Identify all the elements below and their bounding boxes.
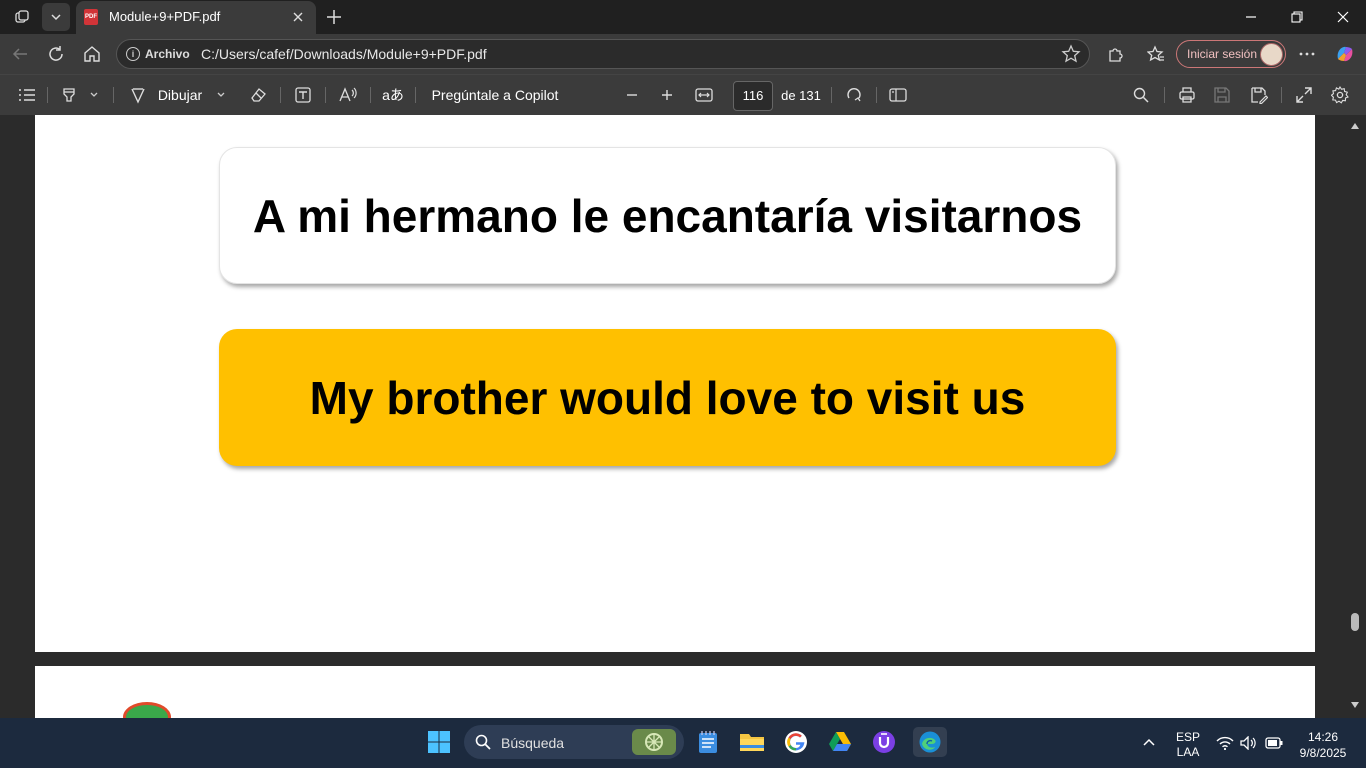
tab-title: Module+9+PDF.pdf <box>109 9 221 24</box>
tab-actions-chevron-icon[interactable] <box>42 3 70 31</box>
save-as-icon[interactable] <box>1247 83 1271 107</box>
toolbar-divider <box>831 87 832 103</box>
pdf-toolbar: Dibujar aあ Pregúntale a Copilot 116 de 1… <box>0 74 1366 115</box>
read-aloud-icon[interactable] <box>336 83 360 107</box>
toolbar-divider <box>280 87 281 103</box>
url-text[interactable]: C:/Users/cafef/Downloads/Module+9+PDF.pd… <box>201 46 487 62</box>
site-info-icon[interactable]: i <box>126 47 140 61</box>
start-windows-icon[interactable] <box>424 727 454 757</box>
translate-icon[interactable]: aあ <box>380 83 406 107</box>
language-indicator[interactable]: ESP LAA <box>1170 730 1206 760</box>
site-label: Archivo <box>145 47 190 61</box>
google-icon[interactable] <box>781 727 811 757</box>
close-window-icon[interactable] <box>1320 0 1366 34</box>
scroll-up-arrow-icon[interactable] <box>1350 122 1360 130</box>
ask-copilot-button[interactable]: Pregúntale a Copilot <box>428 83 562 107</box>
signin-label: Iniciar sesión <box>1187 47 1258 61</box>
signin-button[interactable]: Iniciar sesión <box>1176 40 1286 68</box>
scroll-thumb[interactable] <box>1351 613 1359 631</box>
tab-active-pdf[interactable]: PDF Module+9+PDF.pdf <box>76 1 316 34</box>
highlight-icon[interactable] <box>57 83 81 107</box>
highlight-options-chevron-icon[interactable] <box>86 83 102 107</box>
toolbar-divider <box>415 87 416 103</box>
zoom-out-icon[interactable] <box>620 83 644 107</box>
search-icon <box>475 734 491 750</box>
page-number-input[interactable]: 116 <box>733 81 773 111</box>
language-line2: LAA <box>1176 745 1200 759</box>
zoom-in-icon[interactable] <box>655 83 679 107</box>
clock-date: 9/8/2025 <box>1299 746 1347 760</box>
language-line1: ESP <box>1175 730 1200 744</box>
extensions-icon[interactable] <box>1100 40 1130 68</box>
english-sentence: My brother would love to visit us <box>309 371 1026 424</box>
windows-taskbar: Búsqueda ESP LAA 14:26 9/8/2025 <box>0 718 1366 768</box>
contents-list-icon[interactable] <box>14 83 40 107</box>
browser-title-bar: PDF Module+9+PDF.pdf <box>0 0 1366 34</box>
minimize-icon[interactable] <box>1228 0 1274 34</box>
app-u-icon[interactable] <box>869 727 899 757</box>
pdf-next-page <box>35 666 1315 718</box>
google-drive-icon[interactable] <box>825 727 855 757</box>
toolbar-divider <box>370 87 371 103</box>
rotate-icon[interactable] <box>842 83 866 107</box>
spanish-sentence-card: A mi hermano le encantaría visitarnos <box>219 147 1116 284</box>
copilot-icon[interactable] <box>1330 40 1360 68</box>
toolbar-divider <box>325 87 326 103</box>
find-search-icon[interactable] <box>1129 83 1153 107</box>
profile-avatar <box>1260 43 1283 66</box>
more-menu-icon[interactable] <box>1292 40 1322 68</box>
edge-browser-icon[interactable] <box>913 727 947 757</box>
toolbar-divider <box>1281 87 1282 103</box>
draw-options-chevron-icon[interactable] <box>213 83 229 107</box>
search-label: Búsqueda <box>501 735 565 751</box>
save-icon[interactable] <box>1210 83 1234 107</box>
print-icon[interactable] <box>1175 83 1199 107</box>
spanish-sentence: A mi hermano le encantaría visitarnos <box>252 189 1083 242</box>
pdf-page: A mi hermano le encantaría visitarnos My… <box>35 115 1315 652</box>
toolbar-divider <box>876 87 877 103</box>
logo-icon <box>123 702 171 718</box>
vertical-scrollbar[interactable] <box>1344 115 1366 718</box>
scroll-down-arrow-icon[interactable] <box>1350 701 1360 709</box>
page-total-label: de 131 <box>781 87 821 103</box>
english-sentence-card: My brother would love to visit us <box>219 329 1116 466</box>
page-view-icon[interactable] <box>886 83 910 107</box>
clock[interactable]: 14:26 9/8/2025 <box>1292 729 1354 761</box>
battery-icon[interactable] <box>1265 737 1283 749</box>
pdf-viewport[interactable]: A mi hermano le encantaría visitarnos My… <box>0 115 1366 718</box>
notepad-icon[interactable] <box>693 727 723 757</box>
fit-width-icon[interactable] <box>692 83 716 107</box>
toolbar-divider <box>47 87 48 103</box>
favorite-star-icon[interactable] <box>1061 44 1081 64</box>
fullscreen-icon[interactable] <box>1292 83 1316 107</box>
tray-overflow-chevron-icon[interactable] <box>1142 737 1156 747</box>
settings-gear-icon[interactable] <box>1328 83 1352 107</box>
file-explorer-icon[interactable] <box>737 727 767 757</box>
toolbar-divider <box>1164 87 1165 103</box>
add-text-icon[interactable] <box>291 83 315 107</box>
draw-label[interactable]: Dibujar <box>155 83 205 107</box>
restore-icon[interactable] <box>1274 0 1320 34</box>
new-tab-icon[interactable] <box>320 3 348 31</box>
wifi-icon[interactable] <box>1216 736 1234 750</box>
refresh-icon[interactable] <box>41 40 71 68</box>
favorites-icon[interactable] <box>1141 40 1171 68</box>
address-field[interactable]: i Archivo C:/Users/cafef/Downloads/Modul… <box>116 39 1090 69</box>
address-bar-row: i Archivo C:/Users/cafef/Downloads/Modul… <box>0 34 1366 74</box>
volume-icon[interactable] <box>1240 736 1256 750</box>
toolbar-divider <box>113 87 114 103</box>
workspaces-icon[interactable] <box>8 3 36 31</box>
eraser-icon[interactable] <box>246 83 270 107</box>
back-arrow-icon[interactable] <box>5 40 35 68</box>
home-icon[interactable] <box>77 40 107 68</box>
taskbar-search-box[interactable]: Búsqueda <box>464 725 684 759</box>
draw-pen-icon[interactable] <box>124 83 152 107</box>
pdf-file-icon: PDF <box>84 9 98 25</box>
tab-close-icon[interactable] <box>288 7 308 27</box>
search-highlight-icon <box>632 729 676 755</box>
clock-time: 14:26 <box>1307 730 1339 744</box>
